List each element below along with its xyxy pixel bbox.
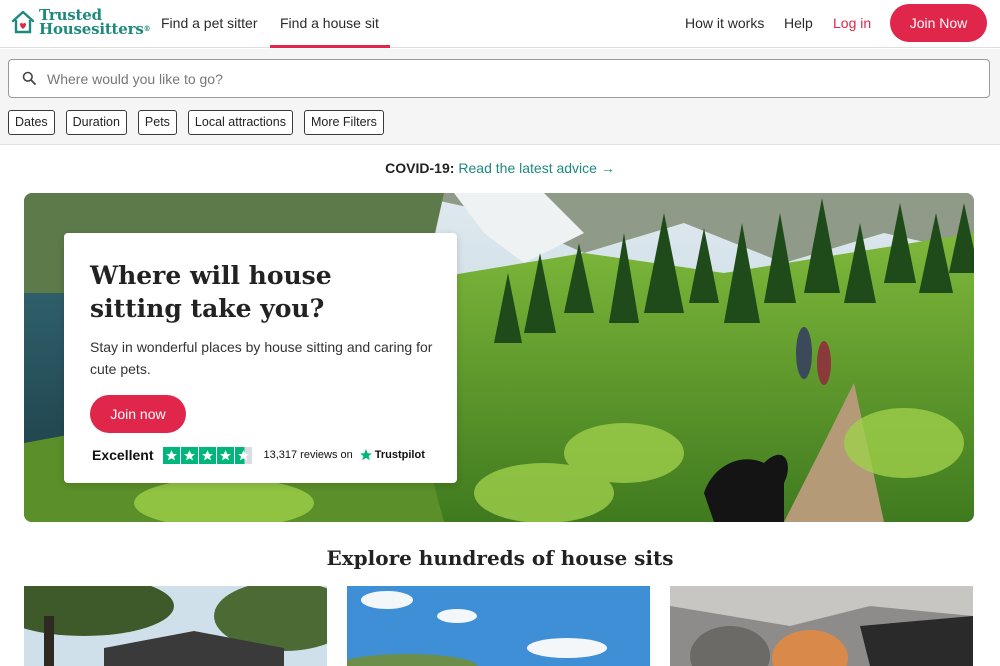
star-icon (163, 446, 181, 464)
filter-more-filters[interactable]: More Filters (303, 110, 384, 135)
site-header: Trusted Housesitters® Find a pet sitter … (0, 0, 1000, 48)
half-star-icon (235, 446, 253, 464)
rating-word: Excellent (92, 447, 154, 463)
search-section: Dates Duration Pets Local attractions Mo… (0, 49, 1000, 145)
filter-bar: Dates Duration Pets Local attractions Mo… (8, 110, 395, 135)
covid-banner: COVID-19: Read the latest advice → (0, 160, 1000, 176)
star-icon (217, 446, 235, 464)
join-now-button[interactable]: Join Now (890, 4, 987, 42)
search-input[interactable] (47, 60, 947, 97)
covid-advice-text: Read the latest advice (458, 160, 597, 176)
covid-label: COVID-19: (385, 160, 455, 176)
filter-pets[interactable]: Pets (137, 110, 177, 135)
filter-duration[interactable]: Duration (65, 110, 127, 135)
active-tab-indicator (270, 45, 390, 48)
explore-title: Explore hundreds of house sits (326, 546, 674, 570)
star-icon (181, 446, 199, 464)
logo-line-2: Housesitters® (39, 20, 151, 38)
search-box[interactable] (8, 59, 990, 98)
logo-trademark: ® (143, 24, 151, 33)
trustpilot-logo: Trustpilot (359, 448, 425, 462)
listing-photo (24, 586, 327, 666)
hero-subtitle: Stay in wonderful places by house sittin… (90, 339, 433, 377)
nav-find-pet-sitter[interactable]: Find a pet sitter (161, 0, 258, 48)
listing-photo (670, 586, 973, 666)
listing-photo (347, 586, 650, 666)
hero-title: Where will house sitting take you? (90, 261, 332, 323)
hero-join-button[interactable]: Join now (90, 395, 186, 433)
logo-wordmark: Trusted Housesitters® (39, 8, 151, 38)
trustpilot-star-icon (359, 449, 372, 461)
covid-advice-link[interactable]: Read the latest advice → (458, 160, 614, 176)
trustpilot-label: Trustpilot (374, 449, 425, 461)
nav-help[interactable]: Help (784, 0, 813, 48)
arrow-right-icon: → (600, 160, 615, 176)
search-icon (22, 71, 36, 85)
filter-local-attractions[interactable]: Local attractions (187, 110, 293, 135)
listing-thumbnail[interactable] (347, 586, 650, 666)
hero-card: Where will house sitting take you? Stay … (64, 233, 457, 483)
trusted-housesitters-logo[interactable]: Trusted Housesitters® (11, 8, 151, 38)
rating-stars (163, 446, 253, 464)
review-count: 13,317 reviews on (263, 449, 353, 461)
filter-dates[interactable]: Dates (8, 110, 55, 135)
listing-thumbnail[interactable] (24, 586, 327, 666)
nav-find-house-sit[interactable]: Find a house sit (280, 0, 379, 48)
listing-thumbnail[interactable] (670, 586, 973, 666)
nav-how-it-works[interactable]: How it works (685, 0, 764, 48)
trustpilot-rating[interactable]: Excellent 13,317 reviews on Trustpilot (92, 445, 425, 465)
login-link[interactable]: Log in (833, 0, 871, 48)
house-logo-icon (11, 10, 35, 34)
logo-line-2-text: Housesitters (39, 20, 144, 38)
star-icon (199, 446, 217, 464)
